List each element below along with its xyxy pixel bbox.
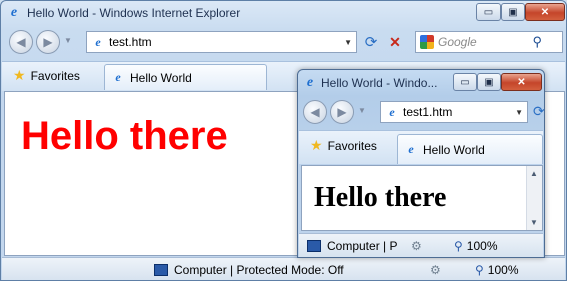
favorites-label: Favorites [30, 68, 80, 83]
minimize-icon: ▭ [460, 76, 470, 88]
close-icon: ✕ [517, 76, 526, 88]
popup-zoom-control[interactable]: ⚲ 100% [454, 239, 498, 253]
security-icon[interactable]: ⚙ [430, 263, 441, 277]
popup-minimize-button[interactable]: ▭ [453, 73, 477, 91]
search-icon[interactable]: ⚲ [532, 34, 542, 50]
back-arrow-icon: ◀ [16, 35, 26, 49]
popup-tab-page-icon: e [408, 142, 414, 156]
history-dropdown-button[interactable]: ▼ [64, 36, 72, 45]
scroll-up-icon[interactable]: ▲ [530, 169, 538, 178]
popup-ie-window: e Hello World - Windo... ▭ ▣ ✕ ◀ ▶ ▼ e t… [297, 69, 545, 258]
chevron-down-icon: ▼ [64, 36, 72, 45]
refresh-icon: ⟳ [533, 103, 545, 119]
popup-zoom-level: 100% [466, 239, 498, 253]
popup-window-title: Hello World - Windo... [321, 76, 438, 90]
stop-icon: ✕ [389, 33, 401, 50]
popup-maximize-button[interactable]: ▣ [477, 73, 501, 91]
popup-history-dropdown-button[interactable]: ▼ [358, 106, 366, 115]
popup-status-zone-text: Computer | P [327, 239, 398, 253]
window-title: Hello World - Windows Internet Explorer [27, 6, 241, 20]
forward-arrow-icon: ▶ [337, 105, 347, 119]
scroll-down-icon[interactable]: ▼ [530, 218, 538, 227]
popup-address-input[interactable]: test1.htm [399, 105, 452, 119]
stop-button[interactable]: ✕ [385, 32, 405, 52]
popup-ie-logo-icon: e [306, 75, 314, 90]
popup-page-icon: e [389, 104, 395, 119]
popup-close-button[interactable]: ✕ [501, 73, 542, 91]
favorites-star-icon: ★ [310, 137, 323, 153]
favorites-button[interactable]: ★ Favorites [13, 67, 80, 84]
search-input[interactable]: Google [434, 35, 477, 49]
maximize-button[interactable]: ▣ [501, 3, 525, 21]
popup-refresh-button[interactable]: ⟳ [533, 103, 545, 120]
page-icon: e [95, 34, 101, 49]
back-arrow-icon: ◀ [310, 105, 320, 119]
maximize-icon: ▣ [484, 76, 494, 88]
popup-address-bar[interactable]: e test1.htm ▼ [380, 101, 528, 123]
close-icon: ✕ [540, 6, 550, 18]
computer-icon [154, 263, 168, 276]
tab-label: Hello World [130, 70, 192, 85]
favorites-star-icon: ★ [13, 67, 26, 83]
zoom-level: 100% [487, 262, 519, 277]
forward-arrow-icon: ▶ [43, 35, 53, 49]
popup-tab-hello-world[interactable]: e Hello World [397, 134, 543, 164]
popup-favorites-button[interactable]: ★ Favorites [310, 137, 377, 154]
zoom-icon: ⚲ [475, 262, 484, 277]
tab-hello-world[interactable]: e Hello World [104, 64, 267, 90]
minimize-icon: ▭ [483, 6, 494, 18]
maximize-icon: ▣ [508, 6, 518, 18]
page-heading: Hello there [21, 114, 228, 158]
popup-forward-button[interactable]: ▶ [330, 100, 354, 124]
ie-logo-icon: e [10, 5, 18, 20]
popup-security-icon[interactable]: ⚙ [411, 239, 422, 253]
search-box[interactable]: Google ⚲ [415, 31, 563, 53]
zoom-control[interactable]: ⚲ 100% [475, 263, 519, 277]
tab-page-icon: e [115, 70, 121, 84]
forward-button[interactable]: ▶ [36, 30, 60, 54]
close-button[interactable]: ✕ [525, 3, 565, 21]
chevron-down-icon: ▼ [358, 106, 366, 115]
popup-page-content: Hello there ▲ ▼ [301, 165, 543, 231]
minimize-button[interactable]: ▭ [476, 3, 501, 21]
address-dropdown-icon[interactable]: ▼ [344, 38, 352, 47]
refresh-button[interactable]: ⟳ [361, 32, 381, 52]
computer-icon [307, 240, 321, 252]
address-bar[interactable]: e test.htm ▼ [86, 31, 357, 53]
status-zone[interactable]: Computer | Protected Mode: Off [154, 263, 344, 277]
refresh-icon: ⟳ [364, 34, 378, 51]
popup-back-button[interactable]: ◀ [303, 100, 327, 124]
popup-tab-label: Hello World [423, 142, 485, 157]
popup-vertical-scrollbar[interactable]: ▲ ▼ [526, 166, 542, 230]
status-bar: Computer | Protected Mode: Off ⚙ ⚲ 100% [2, 257, 565, 280]
popup-status-zone[interactable]: Computer | P [307, 239, 397, 253]
status-zone-text: Computer | Protected Mode: Off [174, 262, 344, 277]
google-icon [420, 35, 434, 49]
popup-status-bar: Computer | P ⚙ ⚲ 100% [299, 233, 543, 257]
zoom-icon: ⚲ [454, 239, 463, 253]
popup-page-heading: Hello there [314, 182, 447, 213]
popup-favorites-label: Favorites [327, 138, 377, 153]
back-button[interactable]: ◀ [9, 30, 33, 54]
address-input[interactable]: test.htm [105, 35, 152, 49]
popup-address-dropdown-icon[interactable]: ▼ [515, 108, 523, 117]
